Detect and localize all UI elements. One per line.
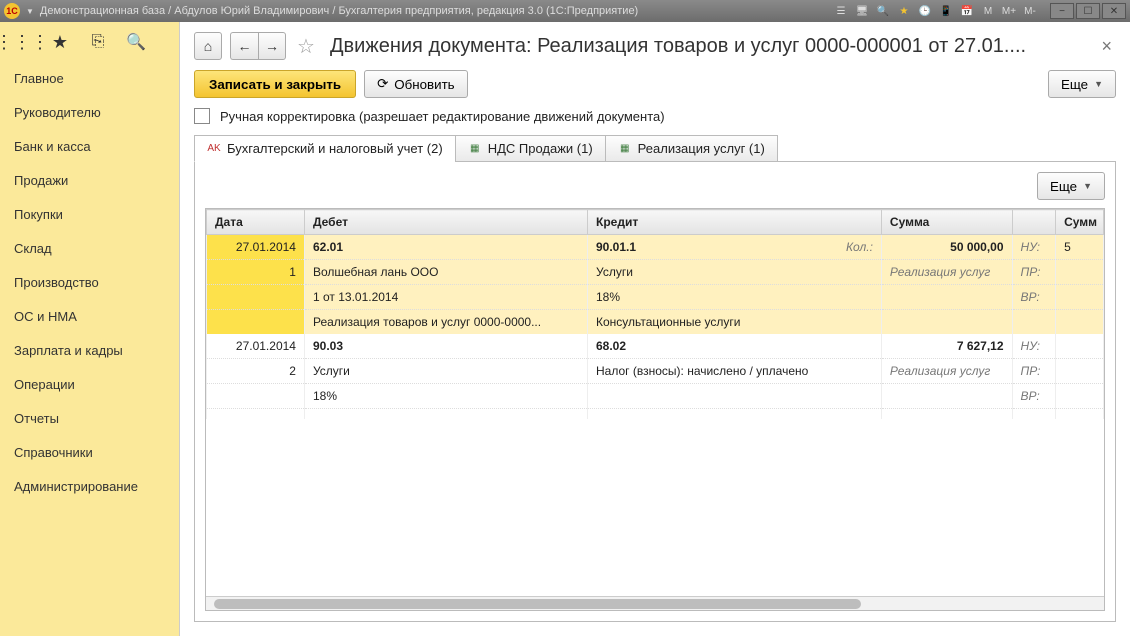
tab-panel: Еще ▼ ДатаДебетКредитСумма Сумм 27.01.201… [194,161,1116,622]
sidebar-item[interactable]: ОС и НМА [0,300,179,334]
tb-m-icon[interactable]: M- [1021,3,1039,19]
close-form-button[interactable]: × [1097,36,1116,57]
sidebar-item[interactable]: Отчеты [0,402,179,436]
tab-icon: ▦ [468,142,482,156]
column-header[interactable]: Дебет [304,210,587,235]
nav-back-button[interactable]: ← [230,32,258,60]
tb-tools-icon[interactable]: ☰ [832,3,850,19]
titlebar: 1C ▼ Демонстрационная база / Абдулов Юри… [0,0,1130,22]
tab-label: Реализация услуг (1) [638,141,765,156]
column-header[interactable] [1012,210,1056,235]
page-title: Движения документа: Реализация товаров и… [330,35,1089,58]
refresh-label: Обновить [394,77,454,92]
tb-calendar-icon[interactable]: 📅 [958,3,976,19]
table-row[interactable]: 2УслугиНалог (взносы): начислено / уплач… [207,359,1104,384]
column-header[interactable]: Дата [207,210,305,235]
tb-clock-icon[interactable]: 🕒 [916,3,934,19]
tb-fav-icon[interactable]: ★ [895,3,913,19]
sidebar-item[interactable]: Зарплата и кадры [0,334,179,368]
chevron-down-icon: ▼ [1083,181,1092,191]
more-button-inner[interactable]: Еще ▼ [1037,172,1105,200]
table-row[interactable]: Реализация товаров и услуг 0000-0000...К… [207,310,1104,335]
search-icon[interactable]: 🔍 [126,32,146,52]
tab-label: Бухгалтерский и налоговый учет (2) [227,141,443,156]
horizontal-scrollbar[interactable] [206,596,1104,610]
sidebar-item[interactable]: Руководителю [0,96,179,130]
table-row[interactable] [207,409,1104,420]
sidebar-item[interactable]: Главное [0,62,179,96]
tb-m-icon[interactable]: M [979,3,997,19]
column-header[interactable]: Сумма [881,210,1012,235]
maximize-button[interactable]: ☐ [1076,3,1100,19]
more-label: Еще [1050,179,1077,194]
save-and-close-button[interactable]: Записать и закрыть [194,70,356,98]
sidebar-item[interactable]: Производство [0,266,179,300]
entries-grid[interactable]: ДатаДебетКредитСумма Сумм 27.01.201462.01… [206,209,1104,419]
main-panel: ⌂ ← → ☆ Движения документа: Реализация т… [180,22,1130,636]
titlebar-dropdown-icon[interactable]: ▼ [26,7,34,16]
table-row[interactable]: 1Волшебная лань ОООУслугиРеализация услу… [207,260,1104,285]
menu-grid-icon[interactable]: ⋮⋮⋮ [12,32,32,52]
tb-m-icon[interactable]: M+ [1000,3,1018,19]
sidebar-item[interactable]: Продажи [0,164,179,198]
column-header[interactable]: Сумм [1056,210,1104,235]
sidebar-item[interactable]: Банк и касса [0,130,179,164]
table-row[interactable]: 27.01.201490.0368.027 627,12НУ: [207,334,1104,359]
manual-edit-checkbox[interactable] [194,108,210,124]
table-row[interactable]: 18%ВР: [207,384,1104,409]
sidebar-item[interactable]: Операции [0,368,179,402]
history-icon[interactable]: ⎘ [88,32,108,52]
more-button[interactable]: Еще ▼ [1048,70,1116,98]
arrow-right-icon: → [265,38,279,54]
sidebar-item[interactable]: Покупки [0,198,179,232]
sidebar-item[interactable]: Справочники [0,436,179,470]
home-button[interactable]: ⌂ [194,32,222,60]
sidebar-item[interactable]: Склад [0,232,179,266]
tab-label: НДС Продажи (1) [488,141,593,156]
tab-icon: AK [207,142,221,156]
manual-edit-label: Ручная корректировка (разрешает редактир… [220,109,665,124]
titlebar-title: Демонстрационная база / Абдулов Юрий Вла… [40,5,638,17]
column-header[interactable]: Кредит [588,210,882,235]
house-icon: ⌂ [204,38,212,54]
app-logo-icon: 1C [4,3,20,19]
tab[interactable]: ▦ Реализация услуг (1) [605,135,778,162]
refresh-icon: ⟳ [377,76,388,92]
close-button[interactable]: ✕ [1102,3,1126,19]
chevron-down-icon: ▼ [1094,79,1103,89]
favorite-toggle[interactable]: ☆ [294,34,318,58]
arrow-left-icon: ← [238,38,252,54]
tab[interactable]: ▦ НДС Продажи (1) [455,135,606,162]
star-outline-icon: ☆ [297,34,315,59]
tab[interactable]: AK Бухгалтерский и налоговый учет (2) [194,135,456,162]
table-row[interactable]: 1 от 13.01.201418%ВР: [207,285,1104,310]
tab-icon: ▦ [618,142,632,156]
nav-forward-button[interactable]: → [258,32,286,60]
sidebar-item[interactable]: Администрирование [0,470,179,504]
star-icon[interactable]: ★ [50,32,70,52]
table-row[interactable]: 27.01.201462.0190.01.1Кол.:50 000,00НУ:5 [207,235,1104,260]
more-label: Еще [1061,77,1088,92]
sidebar: ⋮⋮⋮ ★ ⎘ 🔍 ГлавноеРуководителюБанк и касс… [0,22,180,636]
tb-tools-icon[interactable]: 🖥 [853,3,871,19]
minimize-button[interactable]: − [1050,3,1074,19]
tb-tools-icon[interactable]: 🔍 [874,3,892,19]
window-controls: − ☐ ✕ [1050,3,1126,19]
tb-calc-icon[interactable]: 📱 [937,3,955,19]
refresh-button[interactable]: ⟳ Обновить [364,70,468,98]
